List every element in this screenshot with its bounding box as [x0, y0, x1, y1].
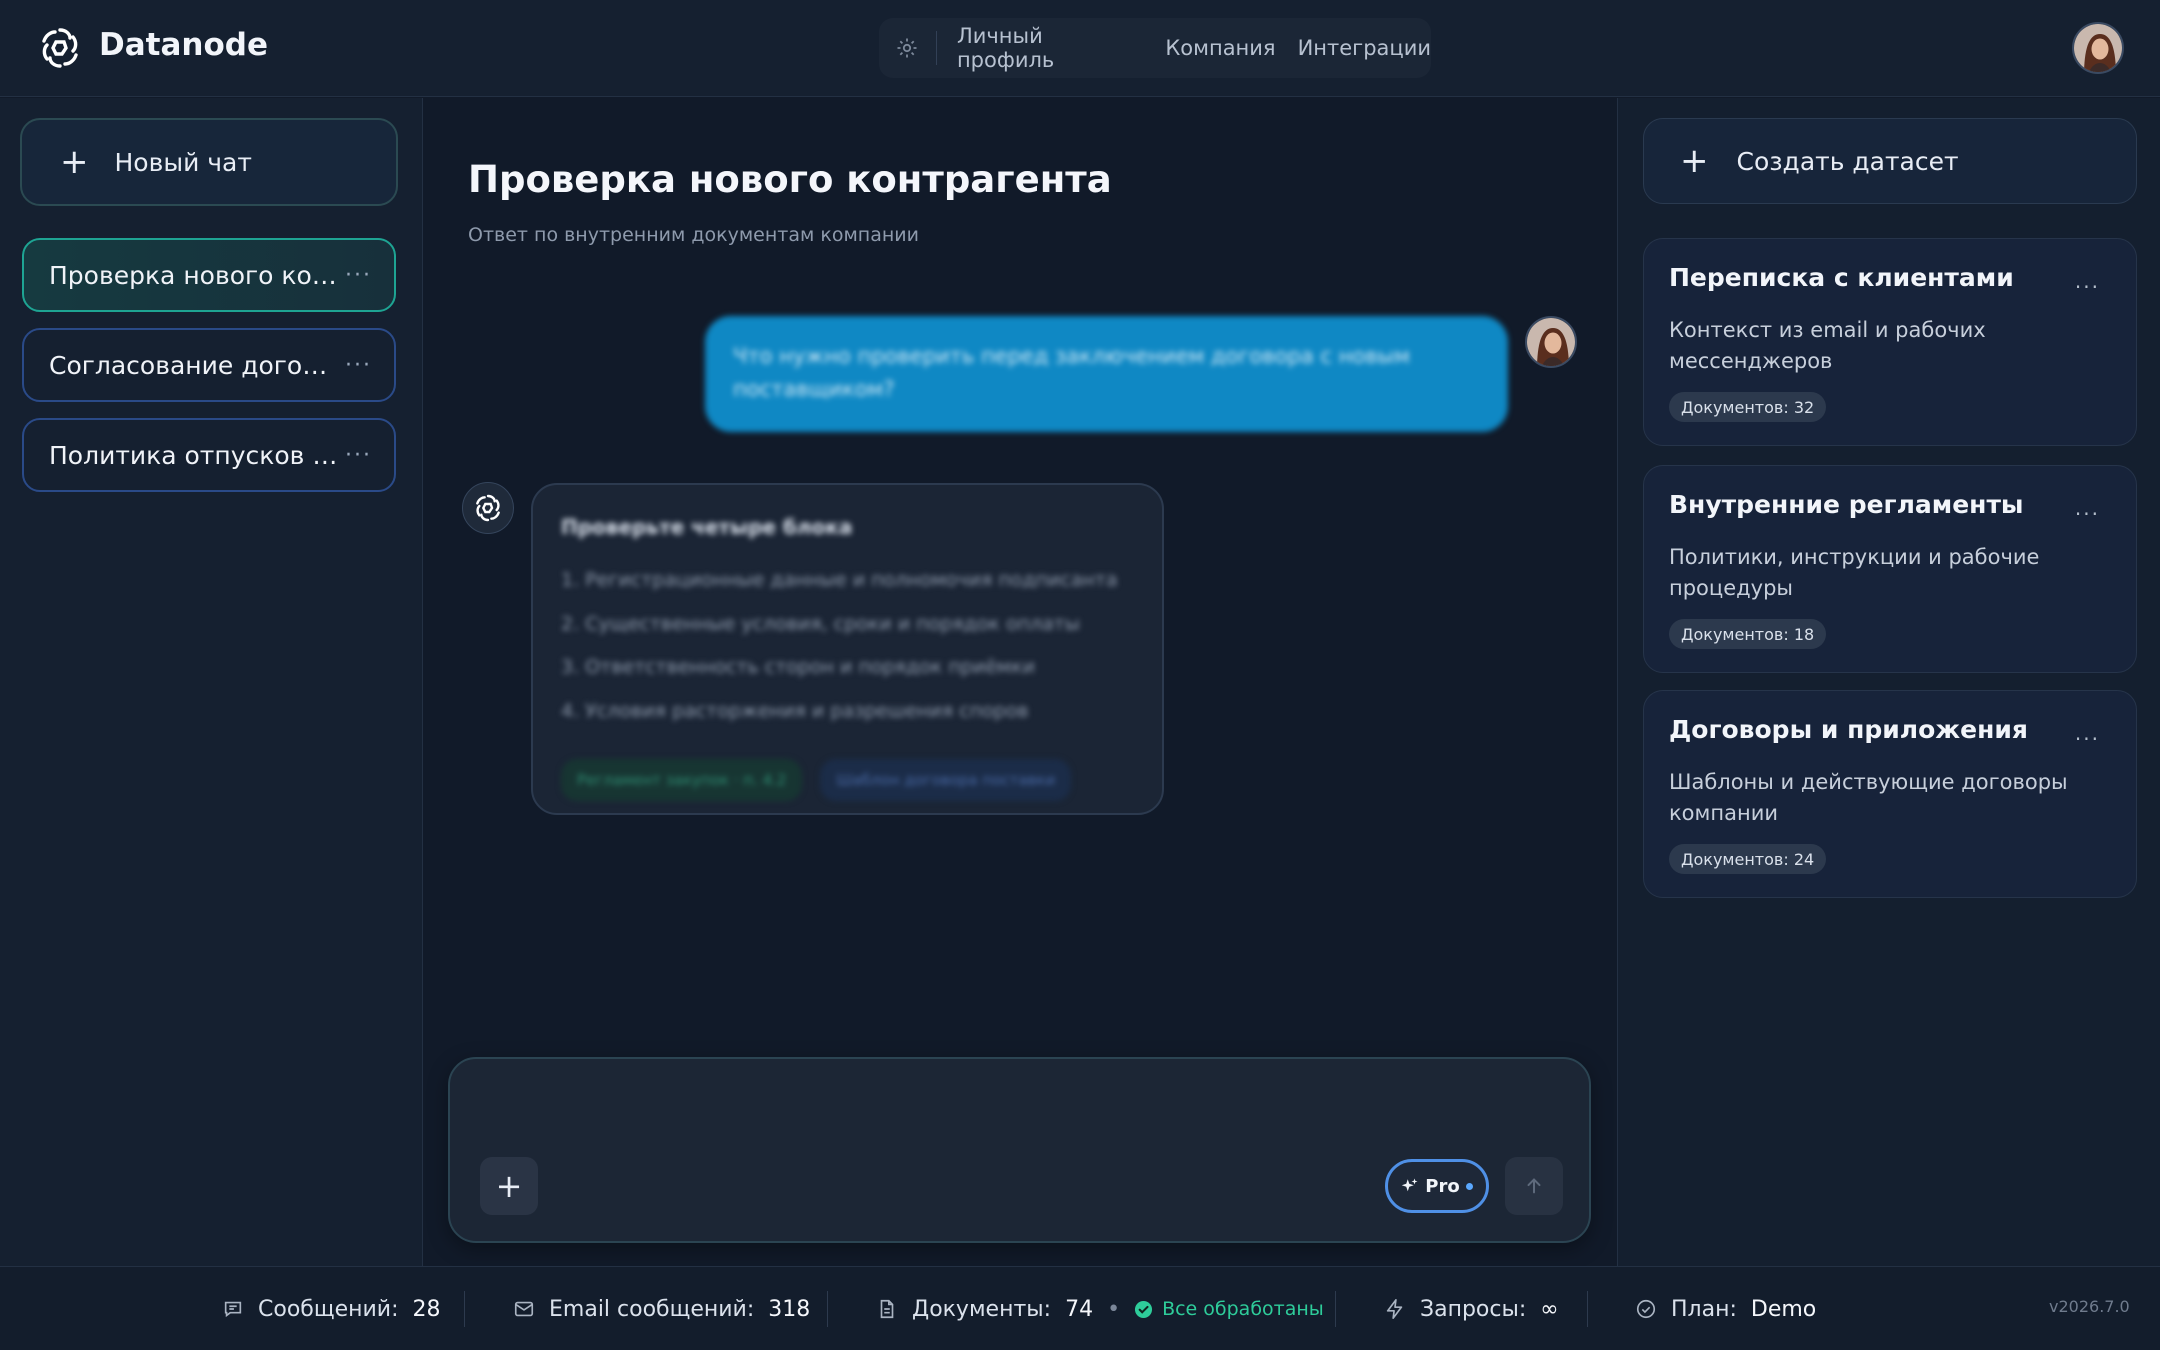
documents-status: Все обработаны [1134, 1298, 1324, 1320]
create-dataset-label: Создать датасет [1736, 146, 1959, 176]
chat-item-active[interactable]: Проверка нового контрагента ··· [22, 238, 396, 312]
documents-label: Документы: [912, 1296, 1052, 1322]
datasets-panel: + Создать датасет Переписка с клиентами … [1617, 98, 2160, 1266]
document-icon [880, 1299, 894, 1319]
plan-label: План: [1671, 1296, 1737, 1322]
brand-name: Datanode [99, 27, 268, 63]
requests-stat: Запросы: ∞ [1384, 1267, 1559, 1350]
check-icon [1636, 1299, 1656, 1319]
assistant-message: Проверьте четыре блока 1. Регистрационны… [531, 483, 1164, 815]
nav-company[interactable]: Компания [1165, 36, 1275, 60]
chat-item-title: Согласование договора [49, 350, 339, 380]
top-navigation: Личный профиль Компания Интеграции [879, 18, 1431, 78]
nav-integrations[interactable]: Интеграции [1298, 36, 1431, 60]
dataset-card[interactable]: Внутренние регламенты ... Политики, инст… [1643, 465, 2137, 673]
arrow-up-icon [1527, 1178, 1541, 1194]
footer-divider [464, 1291, 465, 1327]
check-circle-icon [1135, 1300, 1153, 1318]
chat-icon [224, 1301, 242, 1318]
new-chat-label: Новый чат [114, 147, 252, 177]
source-chip[interactable]: Регламент закупок · п. 4.2 [561, 759, 803, 801]
dataset-description: Контекст из email и рабочих мессенджеров [1669, 318, 1986, 373]
dataset-card[interactable]: Переписка с клиентами ... Контекст из em… [1643, 238, 2137, 446]
email-label: Email сообщений: [549, 1296, 755, 1322]
dataset-title: Переписка с клиентами [1669, 263, 2014, 292]
app-version: v2026.7.0 [2049, 1297, 2130, 1316]
documents-stat: Документы: 74 • Все обработаны [876, 1267, 1324, 1350]
pro-status-dot [1465, 1182, 1473, 1190]
bolt-icon [1386, 1299, 1403, 1319]
avatar [1525, 316, 1577, 368]
dataset-title: Внутренние регламенты [1669, 490, 2024, 519]
attach-button[interactable]: + [480, 1157, 538, 1215]
more-icon[interactable]: ... [2075, 269, 2100, 293]
plus-icon: + [1680, 141, 1709, 181]
source-chip[interactable]: Шаблон договора поставки [820, 759, 1072, 801]
messages-label: Сообщений: [258, 1296, 399, 1322]
documents-value: 74 [1065, 1296, 1094, 1322]
plan-stat: План: Demo [1635, 1267, 1816, 1350]
dataset-doc-count: Документов: 24 [1669, 844, 1827, 874]
app-header: Datanode Личный профиль Компания Интегра… [0, 0, 2160, 97]
email-value: 318 [768, 1296, 811, 1322]
new-chat-button[interactable]: + Новый чат [20, 118, 398, 206]
assistant-heading: Проверьте четыре блока [561, 515, 853, 539]
status-bar: Сообщений: 28 Email сообщений: 318 Докум… [0, 1266, 2160, 1350]
assistant-line: 2. Существенные условия, сроки и порядок… [561, 612, 1080, 635]
bot-avatar [462, 482, 514, 534]
requests-value: ∞ [1540, 1296, 1559, 1322]
requests-label: Запросы: [1420, 1296, 1527, 1322]
more-icon[interactable]: ··· [345, 353, 372, 378]
chat-item[interactable]: Политика отпусков и больничных ··· [22, 418, 396, 492]
plan-value: Demo [1750, 1296, 1817, 1322]
messages-value: 28 [412, 1296, 441, 1322]
plus-icon: + [495, 1167, 523, 1205]
pro-label: Pro [1425, 1175, 1460, 1197]
plus-icon: + [60, 142, 89, 182]
messages-stat: Сообщений: 28 [222, 1267, 441, 1350]
assistant-line: 4. Условия расторжения и разрешения спор… [561, 699, 1029, 722]
message-composer[interactable]: + Pro [448, 1057, 1591, 1243]
send-button[interactable] [1505, 1157, 1563, 1215]
bullet-separator: • [1107, 1296, 1121, 1322]
more-icon[interactable]: ... [2075, 496, 2100, 520]
chat-sidebar: + Новый чат Проверка нового контрагента … [0, 98, 423, 1266]
more-icon[interactable]: ··· [345, 443, 372, 468]
email-stat: Email сообщений: 318 [513, 1267, 810, 1350]
pro-mode-toggle[interactable]: Pro [1385, 1159, 1489, 1213]
page-title: Проверка нового контрагента [468, 158, 1112, 201]
dataset-title: Договоры и приложения [1669, 715, 2028, 744]
footer-divider [827, 1291, 828, 1327]
page-subtitle: Ответ по внутренним документам компании [468, 224, 919, 246]
footer-divider [1335, 1291, 1336, 1327]
more-icon[interactable]: ... [2075, 721, 2100, 745]
assistant-line: 3. Ответственность сторон и порядок приё… [561, 656, 1035, 678]
dataset-card[interactable]: Договоры и приложения ... Шаблоны и дейс… [1643, 690, 2137, 898]
dataset-doc-count: Документов: 32 [1669, 392, 1827, 422]
dataset-doc-count: Документов: 18 [1669, 619, 1827, 649]
datanode-logo-icon [476, 494, 500, 522]
dataset-description: Политики, инструкции и рабочие процедуры [1669, 545, 2040, 600]
more-icon[interactable]: ··· [345, 263, 372, 288]
datanode-logo-icon[interactable] [36, 24, 84, 72]
sparkle-icon [1402, 1178, 1418, 1192]
nav-personal-profile[interactable]: Личный профиль [957, 24, 1143, 72]
chat-item-title: Политика отпусков и больничных [49, 440, 339, 470]
assistant-line: 1. Регистрационные данные и полномочия п… [561, 569, 1118, 591]
nav-divider [935, 31, 937, 65]
chat-item[interactable]: Согласование договора ··· [22, 328, 396, 402]
mail-icon [514, 1301, 534, 1317]
dataset-description: Шаблоны и действующие договоры компании [1669, 770, 2068, 825]
user-message: Что нужно проверить перед заключением до… [705, 316, 1508, 432]
footer-divider [1587, 1291, 1588, 1327]
documents-status-text: Все обработаны [1162, 1298, 1324, 1320]
create-dataset-button[interactable]: + Создать датасет [1643, 118, 2137, 204]
avatar[interactable] [2072, 22, 2124, 74]
gear-icon[interactable] [879, 18, 936, 78]
chat-item-title: Проверка нового контрагента [49, 260, 339, 290]
